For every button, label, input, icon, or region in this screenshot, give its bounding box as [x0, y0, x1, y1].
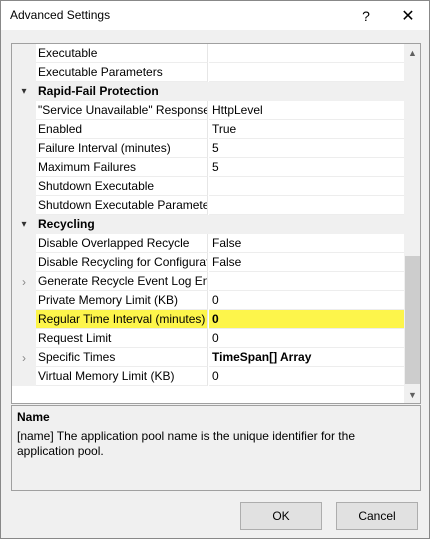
property-row[interactable]: Disable Recycling for Configuration Chan…: [12, 253, 404, 272]
property-row[interactable]: Shutdown Executable Parameters: [12, 196, 404, 215]
property-row[interactable]: "Service Unavailable" Response TypeHttpL…: [12, 101, 404, 120]
property-name: Private Memory Limit (KB): [36, 291, 208, 310]
property-row[interactable]: Enabled True: [12, 120, 404, 139]
collapse-chevron-icon[interactable]: ▾: [17, 215, 31, 234]
row-margin: [12, 367, 36, 386]
row-margin: [12, 310, 36, 329]
property-row[interactable]: Regular Time Interval (minutes) 0: [12, 310, 404, 329]
scrollbar-thumb[interactable]: [405, 256, 420, 384]
property-row[interactable]: › Specific Times TimeSpan[] Array: [12, 348, 404, 367]
property-name: Shutdown Executable: [36, 177, 208, 196]
help-button[interactable]: ?: [345, 1, 387, 30]
property-row[interactable]: Private Memory Limit (KB) 0: [12, 291, 404, 310]
property-row[interactable]: Virtual Memory Limit (KB) 0: [12, 367, 404, 386]
cancel-button[interactable]: Cancel: [336, 502, 418, 530]
row-margin: [12, 158, 36, 177]
property-value[interactable]: False: [209, 253, 404, 272]
property-value[interactable]: 5: [209, 139, 404, 158]
property-name: Disable Recycling for Configuration Chan…: [36, 253, 208, 272]
property-value[interactable]: [209, 44, 404, 63]
property-value[interactable]: 0: [209, 291, 404, 310]
property-name: Executable: [36, 44, 208, 63]
property-name: "Service Unavailable" Response Type: [36, 101, 208, 120]
ok-button[interactable]: OK: [240, 502, 322, 530]
property-name: Generate Recycle Event Log Entry: [36, 272, 208, 291]
scroll-up-icon[interactable]: ▲: [404, 44, 420, 61]
row-margin: [12, 253, 36, 272]
help-icon: ?: [362, 7, 370, 24]
property-row[interactable]: Disable Overlapped Recycle False: [12, 234, 404, 253]
dialog-title: Advanced Settings: [10, 8, 111, 22]
property-value[interactable]: 0: [209, 310, 404, 329]
property-value[interactable]: HttpLevel: [209, 101, 404, 120]
property-value[interactable]: 5: [209, 158, 404, 177]
property-name: Regular Time Interval (minutes): [36, 310, 208, 329]
collapse-chevron-icon[interactable]: ▾: [17, 82, 31, 101]
property-row[interactable]: Maximum Failures 5: [12, 158, 404, 177]
property-value[interactable]: True: [209, 120, 404, 139]
row-margin: [12, 101, 36, 120]
property-name: Maximum Failures: [36, 158, 208, 177]
vertical-scrollbar[interactable]: ▲ ▼: [404, 44, 420, 403]
scroll-down-icon[interactable]: ▼: [404, 386, 420, 403]
expand-chevron-icon[interactable]: ›: [18, 272, 30, 291]
expand-chevron-icon[interactable]: ›: [18, 348, 30, 367]
property-value[interactable]: 0: [209, 329, 404, 348]
property-value[interactable]: [209, 63, 404, 82]
row-margin: [12, 291, 36, 310]
property-value[interactable]: [209, 196, 404, 215]
property-name: Failure Interval (minutes): [36, 139, 208, 158]
property-row[interactable]: Request Limit 0: [12, 329, 404, 348]
close-button[interactable]: ✕: [387, 1, 429, 30]
property-value[interactable]: [209, 272, 404, 291]
category-label: Rapid-Fail Protection: [38, 84, 159, 98]
description-text: [name] The application pool name is the …: [17, 429, 355, 458]
property-row[interactable]: Executable: [12, 44, 404, 63]
property-name: Executable Parameters: [36, 63, 208, 82]
row-margin: [12, 139, 36, 158]
title-bar: Advanced Settings ? ✕: [1, 1, 429, 30]
row-margin: [12, 234, 36, 253]
row-margin: [12, 120, 36, 139]
property-name: Request Limit: [36, 329, 208, 348]
row-margin: [12, 44, 36, 63]
description-panel: Name [name] The application pool name is…: [11, 405, 421, 491]
property-value[interactable]: 0: [209, 367, 404, 386]
property-name: Specific Times: [36, 348, 208, 367]
row-margin: [12, 63, 36, 82]
property-value[interactable]: False: [209, 234, 404, 253]
row-margin: [12, 196, 36, 215]
description-title: Name: [17, 410, 50, 424]
property-row[interactable]: Failure Interval (minutes) 5: [12, 139, 404, 158]
category-label: Recycling: [38, 217, 95, 231]
advanced-settings-dialog: Advanced Settings ? ✕ Executable Executab…: [0, 0, 430, 539]
row-margin: [12, 329, 36, 348]
category-row[interactable]: ▾ Recycling: [12, 215, 404, 234]
property-grid[interactable]: Executable Executable Parameters ▾ Rapid-Fa…: [11, 43, 421, 404]
property-value[interactable]: [209, 177, 404, 196]
property-value[interactable]: TimeSpan[] Array: [209, 348, 404, 367]
property-row[interactable]: Shutdown Executable: [12, 177, 404, 196]
row-margin: [12, 177, 36, 196]
property-row[interactable]: Executable Parameters: [12, 63, 404, 82]
property-name: Shutdown Executable Parameters: [36, 196, 208, 215]
property-name: Enabled: [36, 120, 208, 139]
close-icon: ✕: [401, 7, 415, 25]
property-name: Virtual Memory Limit (KB): [36, 367, 208, 386]
category-row[interactable]: ▾ Rapid-Fail Protection: [12, 82, 404, 101]
property-row[interactable]: › Generate Recycle Event Log Entry: [12, 272, 404, 291]
property-name: Disable Overlapped Recycle: [36, 234, 208, 253]
